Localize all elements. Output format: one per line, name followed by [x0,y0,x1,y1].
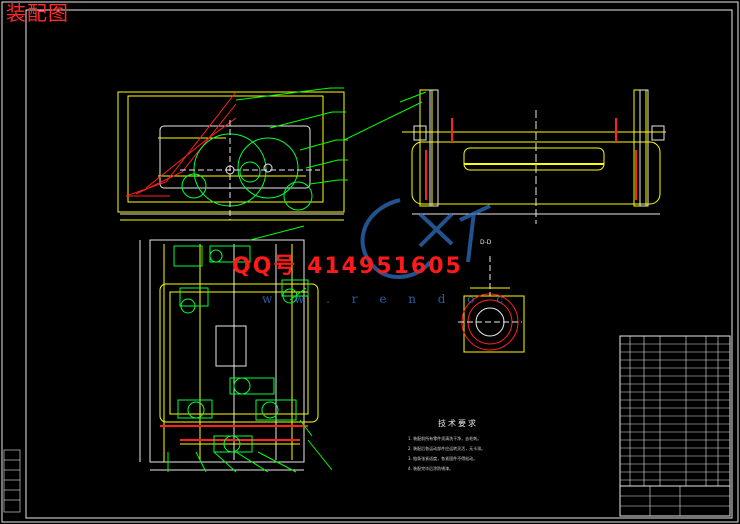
watermark-qq: QQ号 414951605 [232,254,463,279]
tech-requirement-line: 4. 装配完毕后涂防锈漆。 [408,466,454,471]
parts-table [619,335,731,517]
cad-viewport: D-D 装配图 QQ号 414951605 w w . r e n d o c … [0,0,740,524]
watermark-site: w w . r e n d o c [262,292,513,306]
tech-requirement-line: 2. 装配后各运动部件应运转灵活，无卡滞。 [408,446,486,451]
tech-requirement-line: 1. 装配前所有零件须清洗干净，去毛刺。 [408,436,482,441]
side-view [117,87,348,221]
drawing-title: 装配图 [6,1,69,25]
revision-block [3,449,21,513]
section-label: D-D [480,239,492,246]
tech-requirements-title: 技术要求 [438,419,478,428]
tech-requirement-line: 3. 链条张紧适度，各紧固件不得松动。 [408,456,478,461]
